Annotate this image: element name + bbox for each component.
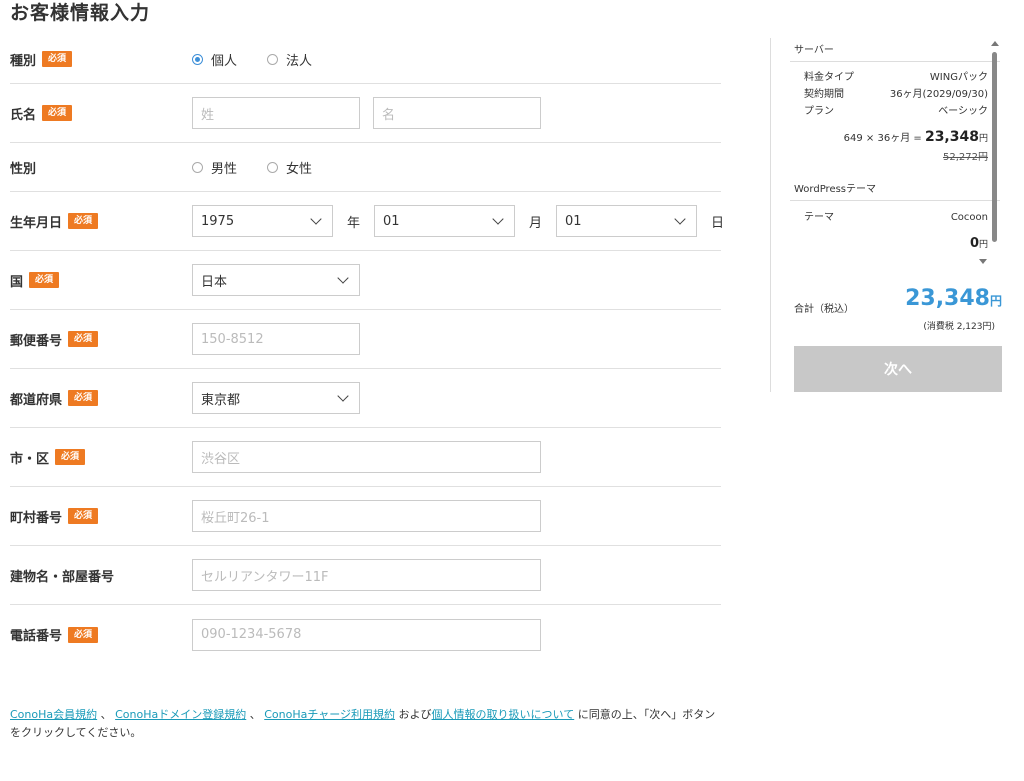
type-option-individual[interactable]: 個人 [192,50,237,69]
total-label: 合計（税込） [794,304,854,315]
first-name-input[interactable]: 名 [373,97,541,129]
chevron-down-icon [492,213,504,225]
phone-input[interactable]: 090-1234-5678 [192,618,541,651]
row-birthdate: 生年月日 必須 1975 年 01 月 01 日 [10,192,725,251]
country-label: 国 [10,274,24,290]
server-section-title: サーバー [790,38,1000,62]
required-badge: 必須 [68,213,99,229]
building-input[interactable]: セルリアンタワー11F [192,559,541,591]
chevron-down-icon [337,272,349,284]
row-type: 種別 必須 個人 法人 [10,35,721,84]
city-label: 市・区 [10,451,50,467]
wordpress-section-title: WordPressテーマ [790,177,1000,201]
row-country: 国必須 日本 [10,251,721,310]
postal-code-input[interactable]: 150-8512 [192,323,360,355]
chevron-down-icon [310,213,322,225]
birth-year-select[interactable]: 1975 [192,205,333,237]
type-label: 種別 [10,53,37,69]
town-input[interactable]: 桜丘町26-1 [192,500,541,532]
required-badge: 必須 [29,272,60,288]
next-button[interactable]: 次へ [794,346,1002,392]
scroll-up-icon[interactable] [991,41,999,46]
postal-label: 郵便番号 [10,333,63,349]
gender-label: 性別 [10,161,37,177]
summary-row: 料金タイプ WINGパック [804,72,988,83]
required-badge: 必須 [55,449,86,465]
scroll-down-icon[interactable] [979,259,987,264]
gender-option-male[interactable]: 男性 [192,158,237,177]
theme-price: 0円 [969,236,988,251]
phone-label: 電話番号 [10,629,63,644]
prefecture-select[interactable]: 東京都 [192,382,360,414]
row-town: 町村番号 必須 桜丘町26-1 [10,487,721,546]
row-city: 市・区 必須 渋谷区 [10,428,721,487]
row-phone: 電話番号 必須 090-1234-5678 [10,605,721,664]
name-label: 氏名 [10,107,37,123]
city-input[interactable]: 渋谷区 [192,441,541,473]
birth-month-select[interactable]: 01 [374,205,516,237]
required-badge: 必須 [68,331,99,347]
tax-note: (消費税 2,123円) [923,322,995,332]
gender-option-female[interactable]: 女性 [267,158,312,177]
terms-agreement: ConoHa会員規約 、 ConoHaドメイン登録規約 、 ConoHaチャージ… [10,708,716,739]
total-amount: 23,348円 [905,286,1002,311]
page-title: お客様情報入力 [10,2,151,24]
building-label: 建物名・部屋番号 [10,569,115,585]
link-member-terms[interactable]: ConoHa会員規約 [10,708,97,721]
required-badge: 必須 [68,626,99,643]
summary-scrollbar[interactable] [992,52,997,242]
original-price: 52,272円 [943,152,988,163]
radio-icon [267,53,279,65]
day-unit: 日 [711,215,725,231]
radio-icon [192,161,203,173]
required-badge: 必須 [68,390,99,406]
required-badge: 必須 [42,51,73,67]
type-option-corporate[interactable]: 法人 [267,50,312,69]
birth-day-select[interactable]: 01 [556,205,698,237]
birthdate-label: 生年月日 [10,215,63,231]
chevron-down-icon [674,213,686,225]
chevron-down-icon [337,390,349,402]
order-summary: サーバー 料金タイプ WINGパック 契約期間 36ヶ月(2029/09/30) プ… [790,38,1000,270]
prefecture-label: 都道府県 [10,392,63,408]
last-name-input[interactable]: 姓 [192,97,360,129]
radio-checked-icon [192,53,203,65]
row-prefecture: 都道府県 必須 東京都 [10,369,721,428]
row-postal: 郵便番号 必須 150-8512 [10,310,721,369]
month-unit: 月 [529,215,543,231]
town-label: 町村番号 [10,510,63,526]
country-select[interactable]: 日本 [192,264,360,296]
row-building: 建物名・部屋番号 セルリアンタワー11F [10,546,721,605]
summary-row: テーマ Cocoon [804,212,988,223]
summary-row: プラン ベーシック [804,106,988,117]
sidebar-divider [770,38,771,392]
link-privacy-policy[interactable]: 個人情報の取り扱いについて [432,708,575,721]
required-badge: 必須 [68,508,99,524]
server-price-calc: 649 × 36ヶ月 = 23,348円 [843,129,988,145]
link-domain-terms[interactable]: ConoHaドメイン登録規約 [115,708,246,721]
row-name: 氏名 必須 姓 名 [10,84,721,143]
year-unit: 年 [347,215,361,231]
customer-form: 種別 必須 個人 法人 氏名 必須 姓 名 性別 男性 女性 生年月日 必須 1975… [10,35,725,664]
link-charge-terms[interactable]: ConoHaチャージ利用規約 [264,708,395,721]
row-gender: 性別 男性 女性 [10,143,721,192]
radio-icon [267,161,279,173]
summary-row: 契約期間 36ヶ月(2029/09/30) [804,89,988,100]
required-badge: 必須 [42,105,73,121]
